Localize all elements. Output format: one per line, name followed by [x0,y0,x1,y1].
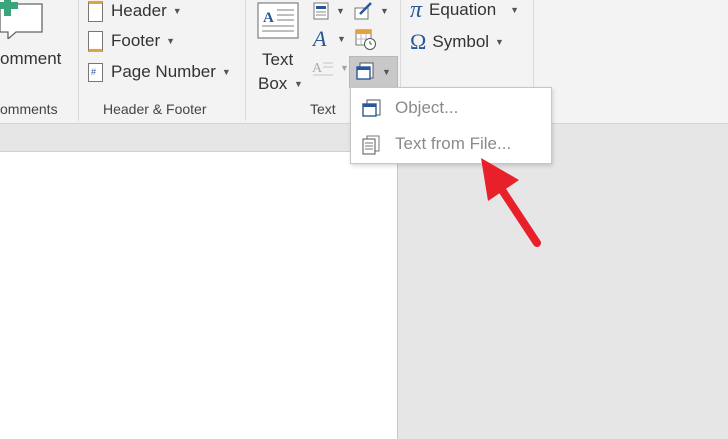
wordart-button[interactable]: A ▼ [313,26,346,51]
symbol-button[interactable]: Ω Symbol ▼ [410,29,504,55]
chevron-down-icon: ▼ [382,67,391,77]
date-time-button[interactable] [355,29,377,51]
text-box-label-line1: Text [262,50,294,69]
svg-text:A: A [263,10,274,26]
group-separator [245,0,246,121]
menu-item-object[interactable]: Object... [351,92,551,124]
chevron-down-icon: ▼ [221,67,231,77]
text-box-icon: A [257,2,299,39]
drop-cap-icon: A [312,61,333,76]
quick-parts-icon [313,2,329,20]
new-comment-label: omment [0,49,62,68]
drop-cap-button[interactable]: A ▼ [312,57,349,79]
header-button[interactable]: Header ▼ [88,0,182,22]
chevron-down-icon: ▼ [166,36,176,46]
document-page[interactable] [0,151,398,439]
page-number-label: Page Number [111,62,216,81]
header-icon [88,0,103,22]
signature-line-icon [354,2,372,20]
object-icon [362,99,381,117]
symbol-label: Symbol [432,32,490,51]
object-dropdown-menu: Object... Text from File... [350,87,552,164]
menu-item-text-from-file[interactable]: Text from File... [351,128,551,160]
calendar-icon [355,29,376,50]
equation-button[interactable]: π Equation ▼ [410,0,519,23]
header-footer-group-label: Header & Footer [103,101,207,117]
text-box-button[interactable]: A Text Box ▼ [252,0,303,97]
svg-text:A: A [312,61,323,76]
quick-parts-button[interactable]: ▼ [312,0,345,22]
comments-group-label: omments [0,101,58,117]
chevron-down-icon: ▼ [380,6,389,16]
chevron-down-icon: ▼ [294,79,303,89]
object-button[interactable]: ▼ [349,56,398,88]
object-icon [356,62,374,80]
text-box-label-line2: Box [258,74,288,93]
text-group-label: Text [310,101,336,117]
page-number-icon: # [88,62,103,82]
footer-label: Footer [111,31,161,50]
chevron-down-icon: ▼ [172,6,182,16]
group-separator [78,0,79,121]
chevron-down-icon: ▼ [510,5,520,15]
comment-icon [0,0,43,39]
pi-icon: π [410,0,423,23]
omega-icon: Ω [410,29,427,54]
wordart-icon: A [313,26,327,51]
footer-button[interactable]: Footer ▼ [88,30,175,52]
menu-item-text-from-file-label: Text from File... [395,134,512,153]
page-number-button[interactable]: # Page Number ▼ [88,61,231,83]
text-file-icon [362,135,380,155]
chevron-down-icon: ▼ [495,37,504,47]
menu-item-object-label: Object... [395,98,459,117]
equation-label: Equation [429,0,497,19]
new-comment-button[interactable]: omment [0,0,75,95]
chevron-down-icon: ▼ [337,34,346,44]
chevron-down-icon: ▼ [340,63,349,73]
footer-icon [88,30,103,52]
signature-line-button[interactable]: ▼ [354,0,389,22]
header-label: Header [111,1,167,20]
chevron-down-icon: ▼ [336,6,345,16]
